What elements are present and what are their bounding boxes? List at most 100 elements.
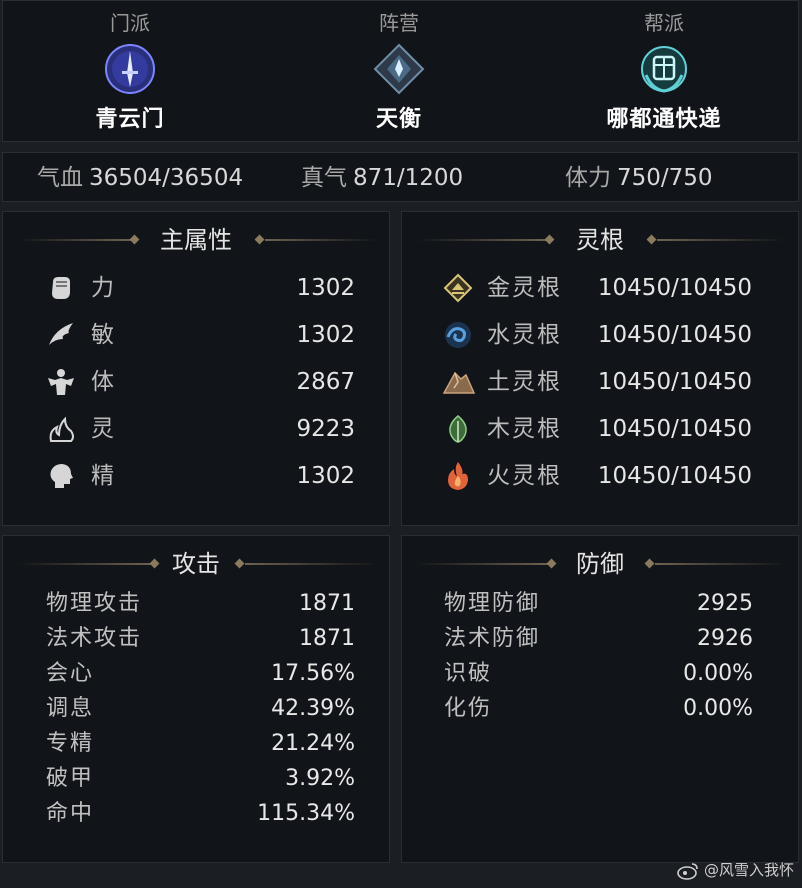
vital-value: 871/1200 — [353, 165, 464, 191]
vital-value: 750/750 — [617, 165, 713, 191]
stat-label: 物理攻击 — [46, 591, 143, 616]
stat-label: 化伤 — [444, 696, 493, 721]
defense-panel: 防御 物理防御 2925 法术防御 2926 识破 0.00% 化伤 0.00% — [401, 535, 799, 863]
attack-stat-row: 调息 42.39% — [46, 691, 355, 726]
flame-spirit-icon — [45, 413, 77, 445]
earth-root-icon — [442, 366, 476, 398]
stat-value: 21.24% — [271, 731, 355, 756]
attribute-row: 敏 1302 — [45, 315, 355, 355]
spirit-root-label: 土灵根 — [487, 369, 562, 395]
water-root-icon — [442, 319, 474, 351]
attack-stat-row: 命中 115.34% — [46, 796, 355, 831]
attribute-value: 2867 — [296, 369, 355, 395]
spirit-root-value: 10450/10450 — [597, 275, 752, 301]
attribute-row: 灵 9223 — [45, 409, 355, 449]
wood-root-icon — [442, 413, 474, 445]
defense-stat-row: 物理防御 2925 — [444, 586, 753, 621]
attribute-row: 力 1302 — [45, 268, 355, 308]
stat-label: 专精 — [46, 731, 95, 756]
defense-stat-row: 识破 0.00% — [444, 656, 753, 691]
title-ornament — [265, 239, 377, 241]
faction-value: 哪都通快递 — [606, 107, 722, 132]
spirit-root-value: 10450/10450 — [597, 369, 752, 395]
attribute-label: 精 — [91, 463, 116, 489]
stat-value: 115.34% — [257, 801, 355, 826]
stat-value: 2925 — [697, 591, 753, 616]
stat-value: 42.39% — [271, 696, 355, 721]
attribute-value: 1302 — [296, 322, 355, 348]
stat-value: 3.92% — [285, 766, 355, 791]
spirit-root-label: 木灵根 — [487, 416, 562, 442]
stat-label: 法术攻击 — [46, 626, 143, 651]
attack-stat-row: 破甲 3.92% — [46, 761, 355, 796]
attribute-row: 体 2867 — [45, 362, 355, 402]
head-icon — [45, 460, 77, 492]
defense-stat-row: 化伤 0.00% — [444, 691, 753, 726]
vital-hp: 气血 36504/36504 — [37, 153, 243, 203]
stat-label: 法术防御 — [444, 626, 541, 651]
wing-icon — [45, 319, 77, 351]
stat-value: 17.56% — [271, 661, 355, 686]
spirit-root-value: 10450/10450 — [597, 416, 752, 442]
title-ornament — [655, 563, 785, 565]
attribute-label: 敏 — [91, 322, 116, 348]
vital-stamina: 体力 750/750 — [565, 153, 713, 203]
spirit-root-row: 水灵根 10450/10450 — [442, 315, 752, 355]
attack-stat-row: 物理攻击 1871 — [46, 586, 355, 621]
spirit-root-value: 10450/10450 — [597, 463, 752, 489]
attribute-value: 9223 — [296, 416, 355, 442]
stat-label: 命中 — [46, 801, 95, 826]
attribute-value: 1302 — [296, 463, 355, 489]
attribute-row: 精 1302 — [45, 456, 355, 496]
stat-value: 1871 — [299, 591, 355, 616]
spirit-root-value: 10450/10450 — [597, 322, 752, 348]
spirit-root-label: 火灵根 — [487, 463, 562, 489]
attribute-label: 体 — [91, 369, 116, 395]
faction-label: 帮派 — [644, 11, 684, 35]
vital-label: 气血 — [37, 165, 83, 191]
faction-label: 阵营 — [379, 11, 419, 35]
vitals-bar: 气血 36504/36504 真气 871/1200 体力 750/750 — [2, 152, 799, 202]
spirit-root-label: 水灵根 — [487, 322, 562, 348]
stat-value: 1871 — [299, 626, 355, 651]
fire-root-icon — [442, 460, 474, 492]
body-icon — [45, 366, 77, 398]
spirit-roots-panel: 灵根 金灵根 10450/10450 水灵根 10450/10450 土灵根 1… — [401, 211, 799, 526]
stat-value: 0.00% — [683, 661, 753, 686]
stat-value: 0.00% — [683, 696, 753, 721]
camp-emblem-icon — [373, 43, 425, 95]
vital-label: 真气 — [301, 165, 347, 191]
stat-label: 识破 — [444, 661, 493, 686]
sect-sword-emblem-icon — [104, 43, 156, 95]
attribute-label: 灵 — [91, 416, 116, 442]
title-ornament — [245, 563, 377, 565]
watermark: @风雪入我怀 — [676, 858, 794, 882]
attack-stat-row: 会心 17.56% — [46, 656, 355, 691]
faction-value: 青云门 — [95, 107, 165, 132]
guild-tong-emblem-icon — [638, 43, 690, 95]
attribute-label: 力 — [91, 275, 116, 301]
fist-icon — [45, 272, 77, 304]
watermark-text: @风雪入我怀 — [703, 861, 794, 879]
vital-label: 体力 — [565, 165, 611, 191]
spirit-root-row: 火灵根 10450/10450 — [442, 456, 752, 496]
faction-camp: 阵营 天衡 — [299, 9, 499, 133]
stat-label: 破甲 — [46, 766, 95, 791]
weibo-icon — [676, 861, 700, 881]
stat-value: 2926 — [697, 626, 753, 651]
vital-value: 36504/36504 — [89, 165, 244, 191]
metal-root-icon — [442, 272, 474, 304]
stat-label: 调息 — [46, 696, 95, 721]
faction-label: 门派 — [110, 11, 150, 35]
faction-sect: 门派 青云门 — [30, 9, 230, 133]
attack-stat-row: 法术攻击 1871 — [46, 621, 355, 656]
spirit-root-label: 金灵根 — [487, 275, 562, 301]
faction-panel: 门派 青云门 阵营 天衡 帮派 哪都通快递 — [2, 0, 799, 142]
defense-stat-row: 法术防御 2926 — [444, 621, 753, 656]
spirit-root-row: 木灵根 10450/10450 — [442, 409, 752, 449]
title-ornament — [657, 239, 785, 241]
spirit-root-row: 土灵根 10450/10450 — [442, 362, 752, 402]
attack-panel: 攻击 物理攻击 1871 法术攻击 1871 会心 17.56% 调息 42.39% 专… — [2, 535, 390, 863]
attack-stat-row: 专精 21.24% — [46, 726, 355, 761]
faction-value: 天衡 — [375, 107, 422, 132]
